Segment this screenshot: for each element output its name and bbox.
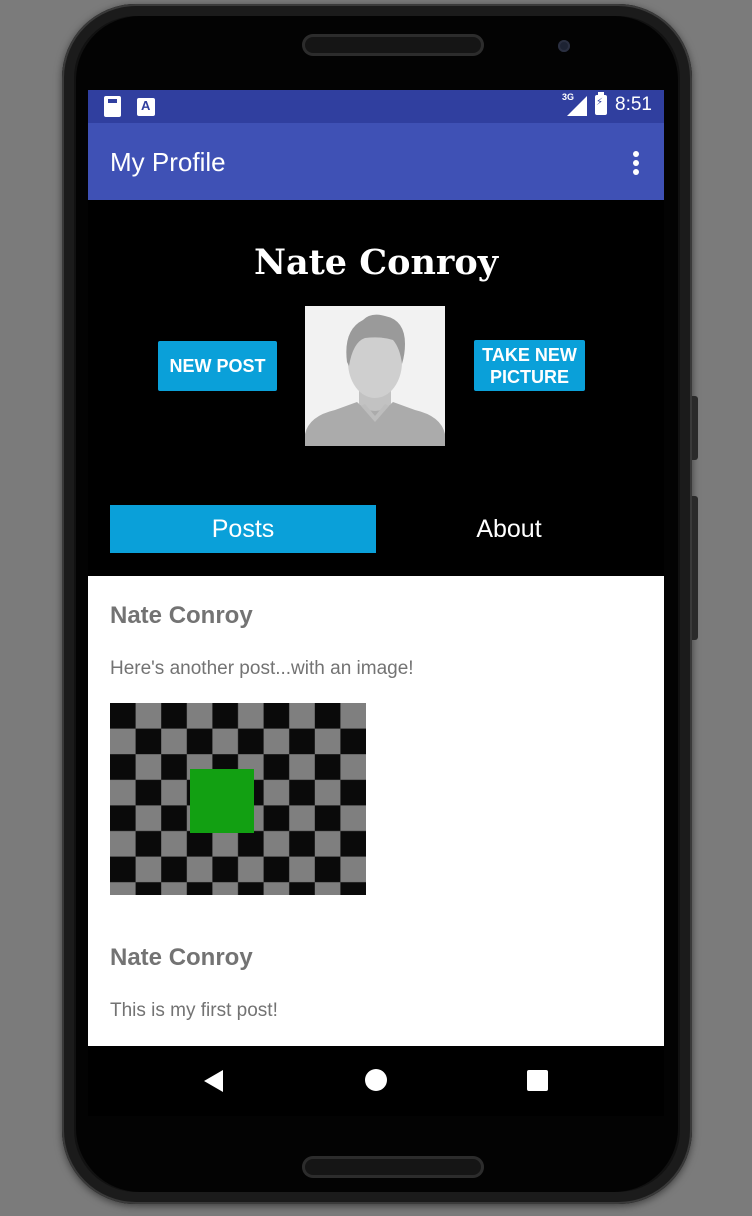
take-picture-label-line2: PICTURE [489,366,569,387]
profile-header: Nate Conroy NEW POST TAKE NEW PICTURE Po… [88,200,664,576]
status-clock: 8:51 [615,94,652,115]
post-image[interactable] [110,703,366,895]
battery-charging-icon [595,92,608,115]
new-post-button[interactable]: NEW POST [158,341,277,391]
signal-icon: 3G [562,92,588,116]
post-text: This is my first post! [110,1000,278,1021]
post-author: Nate Conroy [110,944,253,971]
more-vert-icon[interactable] [632,151,640,175]
font-app-icon [137,98,155,116]
person-silhouette-icon [305,306,445,446]
post-author: Nate Conroy [110,602,253,629]
network-type: 3G [562,92,575,102]
tab-about-label: About [476,514,542,543]
sd-card-icon [104,96,121,117]
tab-posts[interactable]: Posts [110,505,376,553]
volume-button [692,396,698,460]
app-bar: My Profile [88,123,664,200]
power-button [692,496,698,640]
screen: 3G 8:51 My Profile Nate Conroy NEW POST [88,90,664,1116]
bottom-speaker [302,1156,484,1178]
profile-name: Nate Conroy [253,242,499,283]
page-title: My Profile [110,147,226,177]
take-picture-label-line1: TAKE NEW [482,344,577,365]
earpiece-speaker [302,34,484,56]
new-post-label: NEW POST [169,356,266,376]
tab-about[interactable]: About [376,505,642,553]
tab-posts-label: Posts [211,514,275,543]
post-text: Here's another post...with an image! [110,658,414,679]
back-icon[interactable] [204,1070,223,1092]
status-bar: 3G 8:51 [88,90,664,123]
take-new-picture-button[interactable]: TAKE NEW PICTURE [474,340,585,391]
recents-icon[interactable] [527,1070,548,1091]
posts-feed: Nate Conroy Here's another post...with a… [88,576,664,1046]
front-camera [558,40,570,52]
home-icon[interactable] [365,1069,387,1091]
navigation-bar [88,1046,664,1116]
profile-avatar [305,306,445,446]
